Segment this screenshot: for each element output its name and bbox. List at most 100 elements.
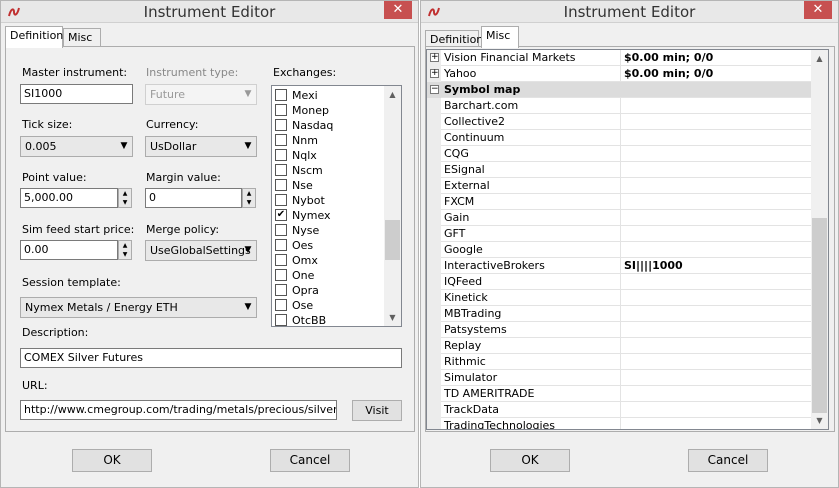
property-row[interactable]: + Yahoo $0.00 min; 0/0 — [427, 65, 813, 82]
property-row[interactable]: Patsystems — [427, 321, 813, 338]
exchanges-scrollbar[interactable]: ▲ ▼ — [384, 86, 401, 326]
tab-misc[interactable]: Misc — [481, 26, 519, 48]
property-value[interactable] — [620, 194, 813, 210]
property-row[interactable]: IQFeed — [427, 273, 813, 290]
property-row[interactable]: TD AMERITRADE — [427, 385, 813, 402]
title-bar[interactable]: Instrument Editor ✕ — [1, 1, 418, 23]
visit-button[interactable]: Visit — [352, 400, 402, 421]
property-row[interactable]: + Vision Financial Markets $0.00 min; 0/0 — [427, 50, 813, 66]
point-value-spinner[interactable]: ▲ ▼ — [118, 188, 132, 208]
property-row[interactable]: Barchart.com — [427, 97, 813, 114]
property-value[interactable] — [620, 306, 813, 322]
exchange-item[interactable]: Nscm — [272, 163, 385, 178]
spin-down-icon[interactable]: ▼ — [243, 198, 255, 207]
property-row[interactable]: Continuum — [427, 129, 813, 146]
spin-up-icon[interactable]: ▲ — [119, 241, 131, 250]
expand-icon[interactable]: + — [430, 69, 439, 78]
scroll-thumb[interactable] — [385, 220, 400, 260]
property-row[interactable]: Kinetick — [427, 289, 813, 306]
property-row[interactable]: ESignal — [427, 161, 813, 178]
property-value[interactable]: $0.00 min; 0/0 — [620, 66, 813, 82]
spin-down-icon[interactable]: ▼ — [119, 250, 131, 259]
exchange-checkbox[interactable] — [275, 299, 287, 311]
exchange-item[interactable]: Nqlx — [272, 148, 385, 163]
property-row[interactable]: External — [427, 177, 813, 194]
url-input[interactable]: http://www.cmegroup.com/trading/metals/p… — [20, 400, 337, 420]
exchange-checkbox[interactable] — [275, 314, 287, 326]
exchange-item[interactable]: Monep — [272, 103, 385, 118]
cancel-button[interactable]: Cancel — [688, 449, 768, 472]
property-value[interactable] — [620, 210, 813, 226]
scroll-down-icon[interactable]: ▼ — [384, 309, 401, 326]
cancel-button[interactable]: Cancel — [270, 449, 350, 472]
exchange-checkbox[interactable] — [275, 89, 287, 101]
title-bar[interactable]: Instrument Editor ✕ — [421, 1, 838, 23]
exchange-checkbox[interactable] — [275, 224, 287, 236]
property-value[interactable] — [620, 402, 813, 418]
scroll-up-icon[interactable]: ▲ — [811, 50, 828, 67]
property-value[interactable] — [620, 354, 813, 370]
exchanges-list[interactable]: OtcBB Ose Opra One Omx Oes Nyse ✔ Nymex Nybot Nse N… — [271, 85, 402, 327]
property-row[interactable]: Rithmic — [427, 353, 813, 370]
exchange-checkbox[interactable] — [275, 119, 287, 131]
sim-feed-input[interactable]: 0.00 — [20, 240, 118, 260]
property-row[interactable]: InteractiveBrokers SI||||1000 — [427, 257, 813, 274]
exchange-item[interactable]: Nnm — [272, 133, 385, 148]
session-template-select[interactable]: Nymex Metals / Energy ETH ▼ — [20, 297, 257, 318]
tab-misc[interactable]: Misc — [63, 28, 101, 47]
description-input[interactable]: COMEX Silver Futures — [20, 348, 402, 368]
property-row[interactable]: Simulator — [427, 369, 813, 386]
exchange-checkbox[interactable] — [275, 239, 287, 251]
property-value[interactable]: SI||||1000 — [620, 258, 813, 274]
property-row[interactable]: MBTrading — [427, 305, 813, 322]
exchange-item[interactable]: Nybot — [272, 193, 385, 208]
ok-button[interactable]: OK — [490, 449, 570, 472]
point-value-input[interactable]: 5,000.00 — [20, 188, 118, 208]
exchange-checkbox[interactable] — [275, 269, 287, 281]
property-value[interactable] — [620, 322, 813, 338]
property-value[interactable] — [620, 242, 813, 258]
property-value[interactable] — [620, 98, 813, 114]
property-value[interactable] — [620, 274, 813, 290]
collapse-icon[interactable]: − — [430, 85, 439, 94]
property-value[interactable] — [620, 226, 813, 242]
exchange-item[interactable]: Omx — [272, 253, 385, 268]
exchange-item[interactable]: Opra — [272, 283, 385, 298]
spin-up-icon[interactable]: ▲ — [119, 189, 131, 198]
spin-down-icon[interactable]: ▼ — [119, 198, 131, 207]
exchange-item[interactable]: Mexi — [272, 88, 385, 103]
margin-value-spinner[interactable]: ▲ ▼ — [242, 188, 256, 208]
close-button[interactable]: ✕ — [804, 1, 832, 19]
exchange-item[interactable]: Ose — [272, 298, 385, 313]
exchange-item[interactable]: ✔ Nymex — [272, 208, 385, 223]
property-value[interactable] — [620, 162, 813, 178]
currency-select[interactable]: UsDollar ▼ — [145, 136, 257, 157]
margin-value-input[interactable]: 0 — [145, 188, 242, 208]
exchange-checkbox[interactable] — [275, 149, 287, 161]
property-row[interactable]: CQG — [427, 145, 813, 162]
exchange-item[interactable]: OtcBB — [272, 313, 385, 326]
property-value[interactable] — [620, 146, 813, 162]
property-row[interactable]: Gain — [427, 209, 813, 226]
property-value[interactable] — [620, 338, 813, 354]
exchange-item[interactable]: Oes — [272, 238, 385, 253]
property-value[interactable] — [620, 114, 813, 130]
property-grid-scrollbar[interactable]: ▲ ▼ — [811, 50, 828, 429]
exchange-checkbox[interactable] — [275, 284, 287, 296]
exchange-checkbox[interactable] — [275, 164, 287, 176]
checkmark-icon[interactable]: ✔ — [275, 209, 287, 221]
property-row[interactable]: FXCM — [427, 193, 813, 210]
expand-icon[interactable]: + — [430, 53, 439, 62]
exchange-checkbox[interactable] — [275, 194, 287, 206]
sim-feed-spinner[interactable]: ▲ ▼ — [118, 240, 132, 260]
property-value[interactable] — [620, 418, 813, 429]
property-value[interactable] — [620, 386, 813, 402]
exchange-item[interactable]: One — [272, 268, 385, 283]
exchange-checkbox[interactable] — [275, 254, 287, 266]
close-button[interactable]: ✕ — [384, 1, 412, 19]
scroll-down-icon[interactable]: ▼ — [811, 412, 828, 429]
property-value[interactable]: $0.00 min; 0/0 — [620, 50, 813, 66]
property-grid[interactable]: TradingTechnologies TrackData TD AMERITRAD… — [426, 49, 829, 430]
property-row[interactable]: TradingTechnologies — [427, 417, 813, 429]
property-value[interactable] — [620, 290, 813, 306]
